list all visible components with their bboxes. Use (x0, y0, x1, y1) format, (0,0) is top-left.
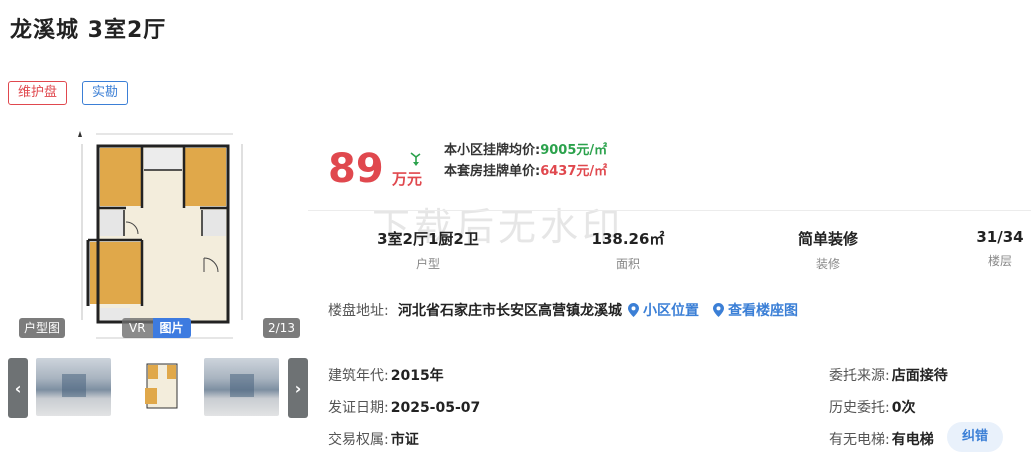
community-average-price: 本小区挂牌均价:9005元/㎡ (444, 143, 608, 158)
ownership-row: 交易权属: 市证 (328, 432, 419, 448)
prev-image-button[interactable]: ‹ (8, 358, 28, 418)
thumbnail-strip: ‹ › (8, 358, 308, 418)
price-unit: 万元 (392, 170, 423, 188)
image-counter: 2/13 (263, 318, 300, 338)
thumbnail-room-1[interactable] (36, 358, 111, 416)
main-floorplan-image[interactable]: 户型图 VR 图片 2/13 (8, 122, 308, 342)
total-price: 89 (328, 146, 384, 192)
media-mode-switch[interactable]: VR 图片 (122, 318, 191, 338)
built-year-row: 建筑年代: 2015年 (328, 368, 444, 384)
stat-layout: 3室2厅1厨2卫 户型 (377, 230, 479, 271)
history-row: 历史委托: 0次 (829, 400, 916, 416)
stat-area: 138.26㎡ 面积 (591, 230, 665, 271)
inspected-tag: 实勘 (82, 81, 129, 105)
next-image-button[interactable]: › (288, 358, 308, 418)
address-value: 河北省石家庄市长安区高营镇龙溪城 (398, 303, 622, 319)
listing-title: 龙溪城 3室2厅 (10, 18, 167, 43)
thumbnail-floorplan[interactable] (123, 358, 198, 416)
arrow-down-trend-icon (410, 152, 421, 166)
stat-floor: 31/34 楼层 (976, 228, 1024, 268)
community-location-link[interactable]: 小区位置 (628, 300, 699, 320)
report-error-button[interactable]: 纠错 (947, 422, 1003, 452)
chevron-left-icon: ‹ (14, 378, 22, 398)
address-label: 楼盘地址: (328, 303, 389, 319)
floorplan-badge: 户型图 (19, 318, 66, 338)
elevator-row: 有无电梯: 有电梯 (829, 432, 934, 448)
picture-mode-button[interactable]: 图片 (152, 318, 191, 338)
location-pin-icon (628, 303, 639, 317)
location-pin-icon (713, 303, 724, 317)
divider (308, 210, 1031, 211)
maintenance-tag: 维护盘 (8, 81, 68, 105)
thumbnail-room-2[interactable] (204, 358, 279, 416)
source-row: 委托来源: 店面接待 (829, 368, 948, 384)
building-map-link[interactable]: 查看楼座图 (713, 300, 798, 320)
vr-mode-button[interactable]: VR (122, 318, 153, 338)
floorplan-drawing (78, 131, 243, 339)
chevron-right-icon: › (294, 378, 302, 398)
unit-listing-price: 本套房挂牌单价:6437元/㎡ (444, 164, 608, 179)
cert-date-row: 发证日期: 2025-05-07 (328, 400, 481, 416)
stat-decoration: 简单装修 装修 (797, 230, 858, 271)
